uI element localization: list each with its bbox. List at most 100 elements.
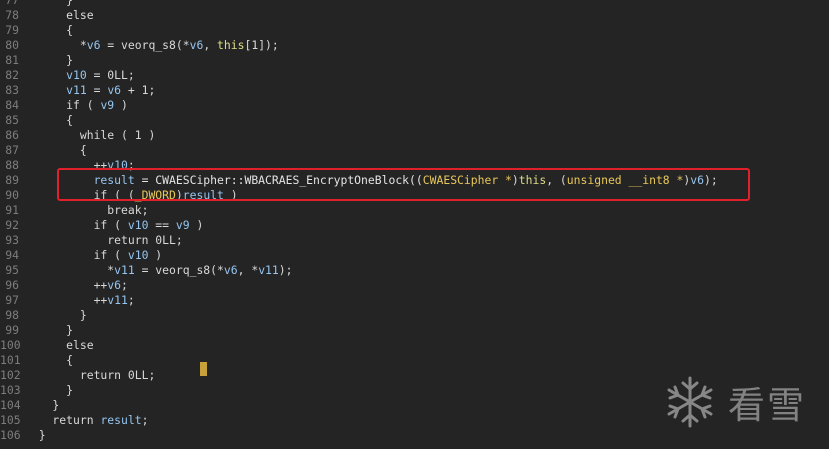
code-token: , — [203, 38, 218, 52]
code-line[interactable]: 91 break; — [0, 203, 829, 218]
code-token: } — [25, 53, 74, 67]
code-text[interactable]: v10 = 0LL; — [25, 68, 135, 83]
code-text[interactable]: { — [25, 23, 73, 38]
snowflake-icon — [664, 374, 716, 430]
code-line[interactable]: 93 return 0LL; — [0, 233, 829, 248]
code-line[interactable]: 100 else — [0, 338, 829, 353]
code-token: ) — [148, 248, 163, 262]
line-number: 98 — [5, 308, 19, 322]
code-line[interactable]: 95 *v11 = veorq_s8(*v6, *v11); — [0, 263, 829, 278]
code-line[interactable]: 97 ++v11; — [0, 293, 829, 308]
code-line[interactable]: 96 ++v6; — [0, 278, 829, 293]
code-text[interactable]: if ( v10 == v9 ) — [25, 218, 204, 233]
code-token: v10 — [127, 218, 149, 232]
code-line[interactable]: 81 } — [0, 53, 829, 68]
code-text[interactable]: while ( 1 ) — [25, 128, 155, 143]
code-token: v9 — [175, 218, 190, 232]
code-token: == — [148, 218, 176, 232]
code-token: v11 — [107, 293, 128, 307]
code-text[interactable]: return result; — [25, 413, 148, 428]
code-line[interactable]: 84 if ( v9 ) — [0, 98, 829, 113]
code-line[interactable]: 85 { — [0, 113, 829, 128]
code-text[interactable]: return 0LL; — [25, 368, 155, 383]
code-token: return 0LL; — [25, 368, 156, 382]
code-token: ++ — [25, 293, 108, 307]
code-token: } — [25, 383, 74, 397]
code-text[interactable]: v11 = v6 + 1; — [25, 83, 155, 98]
code-text[interactable]: { — [25, 143, 87, 158]
line-number: 104 — [0, 398, 21, 412]
line-number: 103 — [0, 383, 21, 397]
code-text[interactable]: if ( v10 ) — [25, 248, 163, 263]
watermark: 看雪 — [664, 374, 806, 430]
code-token: = 0LL; — [86, 68, 135, 82]
code-line[interactable]: 78 else — [0, 8, 829, 23]
code-text[interactable]: } — [25, 53, 73, 68]
code-token: v9 — [100, 98, 115, 112]
code-line[interactable]: 98 } — [0, 308, 829, 323]
line-number: 102 — [0, 368, 21, 382]
code-line[interactable]: 86 while ( 1 ) — [0, 128, 829, 143]
code-token: = veorq_s8(* — [134, 263, 224, 277]
line-number: 88 — [5, 158, 19, 172]
code-text[interactable]: } — [25, 323, 73, 338]
line-number: 80 — [5, 38, 19, 52]
code-token: if ( — [25, 248, 128, 262]
code-line[interactable]: 106 } — [0, 428, 829, 443]
code-text[interactable]: else — [25, 338, 93, 353]
code-text[interactable]: break; — [25, 203, 148, 218]
code-line[interactable]: 82 v10 = 0LL; — [0, 68, 829, 83]
code-line[interactable]: 77 } — [0, 0, 829, 8]
code-text[interactable]: if ( v9 ) — [25, 98, 128, 113]
code-token: if ( — [25, 218, 128, 232]
code-text[interactable]: ++v6; — [25, 278, 128, 293]
code-token: break; — [25, 203, 149, 217]
line-number: 78 — [5, 8, 19, 22]
line-number: 101 — [0, 353, 21, 367]
code-token: return 0LL; — [25, 233, 183, 247]
code-text[interactable]: *v11 = veorq_s8(*v6, *v11); — [25, 263, 292, 278]
code-line[interactable]: 92 if ( v10 == v9 ) — [0, 218, 829, 233]
code-line[interactable]: 87 { — [0, 143, 829, 158]
code-text[interactable]: *v6 = veorq_s8(*v6, this[1]); — [25, 38, 279, 53]
code-line[interactable]: 99 } — [0, 323, 829, 338]
code-text[interactable]: } — [25, 428, 46, 443]
line-number: 94 — [5, 248, 19, 262]
code-token: { — [25, 353, 74, 367]
line-number: 81 — [5, 53, 19, 67]
code-token: ; — [121, 278, 128, 292]
code-token: ; — [141, 413, 149, 427]
code-line[interactable]: 101 { — [0, 353, 829, 368]
code-line[interactable]: 83 v11 = v6 + 1; — [0, 83, 829, 98]
code-token: v6 — [107, 278, 122, 292]
line-number: 89 — [5, 173, 19, 187]
code-text[interactable]: ++v11; — [25, 293, 135, 308]
code-text[interactable]: return 0LL; — [25, 233, 183, 248]
line-number: 90 — [5, 188, 19, 202]
code-line[interactable]: 80 *v6 = veorq_s8(*v6, this[1]); — [0, 38, 829, 53]
code-text[interactable]: } — [25, 398, 59, 413]
code-text[interactable]: } — [25, 383, 73, 398]
code-line[interactable]: 79 { — [0, 23, 829, 38]
watermark-text: 看雪 — [728, 384, 806, 427]
code-token: v6 — [223, 263, 238, 277]
code-text[interactable]: } — [25, 0, 73, 8]
code-token: ) — [189, 218, 204, 232]
ida-pseudocode-window: { "lines": [ {"no": "77", "tokens": [{"t… — [0, 0, 829, 449]
code-text[interactable]: } — [25, 308, 87, 323]
line-number: 83 — [5, 83, 19, 97]
code-token: v11 — [66, 83, 87, 97]
code-token: } — [25, 428, 46, 442]
line-number: 100 — [0, 338, 21, 352]
code-token: + 1; — [121, 83, 156, 97]
code-token: return — [25, 413, 101, 427]
code-line[interactable]: 94 if ( v10 ) — [0, 248, 829, 263]
code-token: result — [100, 413, 142, 427]
code-text[interactable]: else — [25, 8, 93, 23]
code-text[interactable]: { — [25, 113, 73, 128]
code-text[interactable]: { — [25, 353, 73, 368]
code-token: v11 — [114, 263, 135, 277]
line-number: 93 — [5, 233, 19, 247]
line-number: 95 — [5, 263, 19, 277]
code-token: if ( — [25, 98, 101, 112]
